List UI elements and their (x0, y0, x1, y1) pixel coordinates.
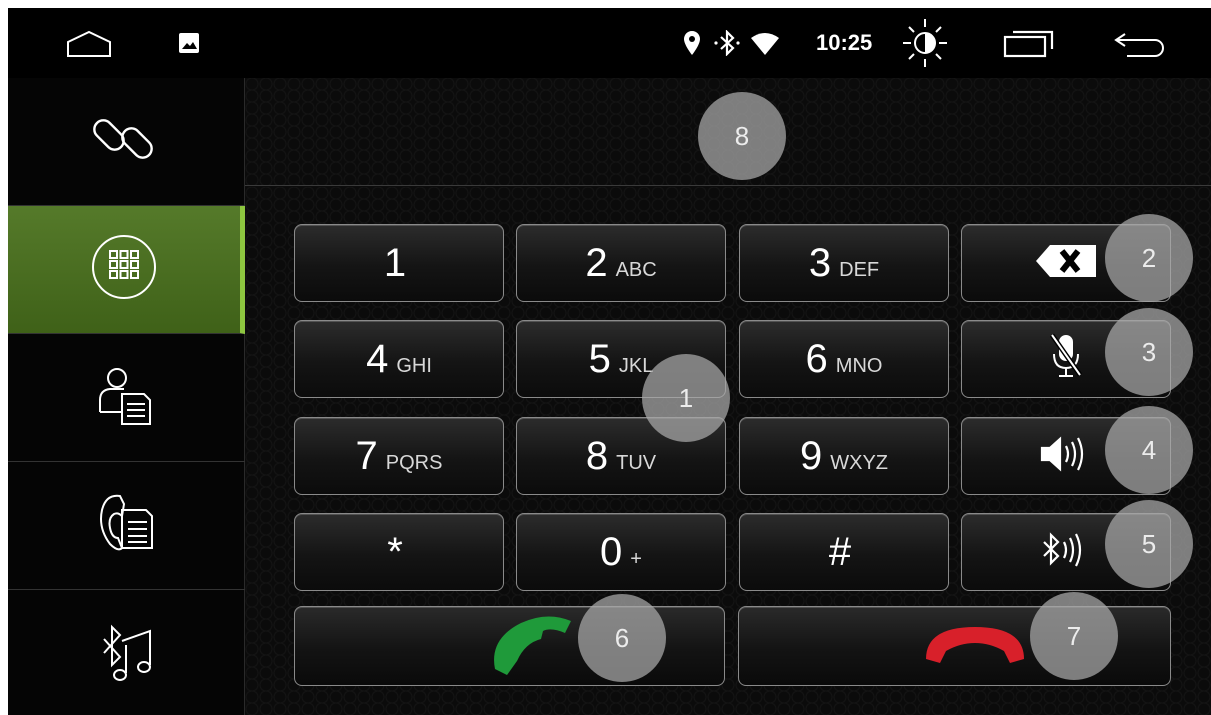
key-star[interactable]: * (294, 513, 504, 591)
brightness-icon[interactable] (901, 16, 949, 70)
bluetooth-icon (713, 30, 741, 56)
key-letters: MNO (835, 354, 883, 377)
bluetooth-audio-icon (1038, 530, 1094, 575)
back-icon[interactable] (1113, 30, 1169, 58)
marker-3: 3 (1105, 308, 1193, 396)
key-letters: GHI (396, 354, 432, 377)
marker-6: 6 (578, 594, 666, 682)
sidebar-item-link[interactable] (8, 78, 245, 206)
mic-mute-icon (1049, 332, 1083, 387)
home-icon[interactable] (66, 30, 112, 58)
sidebar-item-call-log[interactable] (8, 462, 245, 590)
marker-4: 4 (1105, 406, 1193, 494)
key-letters: TUV (616, 451, 657, 474)
location-icon (683, 30, 701, 56)
recent-apps-icon[interactable] (1003, 28, 1055, 58)
sidebar (8, 78, 245, 715)
key-1[interactable]: 1 (294, 224, 504, 302)
sidebar-item-dialpad[interactable] (8, 206, 245, 334)
key-letters: + (630, 547, 642, 570)
marker-8: 8 (698, 92, 786, 180)
key-digit: 4 (366, 336, 389, 381)
key-digit: 1 (383, 240, 407, 285)
contacts-icon (92, 360, 162, 435)
key-letters: WXYZ (830, 451, 889, 474)
wifi-icon (750, 32, 780, 56)
marker-5: 5 (1105, 500, 1193, 588)
gallery-icon[interactable] (178, 32, 200, 54)
key-4[interactable]: 4 GHI (294, 320, 504, 398)
key-digit: # (828, 529, 852, 574)
key-2[interactable]: 2 ABC (516, 224, 726, 302)
key-digit: 7 (355, 433, 378, 478)
key-hash[interactable]: # (739, 513, 949, 591)
sidebar-item-bluetooth-music[interactable] (8, 590, 245, 715)
dialpad-icon (90, 233, 158, 306)
marker-1: 1 (642, 354, 730, 442)
key-digit: * (387, 529, 403, 574)
key-digit: 2 (585, 240, 608, 285)
call-log-icon (92, 488, 162, 563)
backspace-icon (1034, 243, 1098, 284)
key-6[interactable]: 6 MNO (739, 320, 949, 398)
key-letters: DEF (839, 258, 880, 281)
key-digit: 0 (600, 529, 623, 574)
sidebar-item-contacts[interactable] (8, 334, 245, 462)
clock: 10:25 (816, 30, 873, 55)
key-0[interactable]: 0 + (516, 513, 726, 591)
key-7[interactable]: 7 PQRS (294, 417, 504, 495)
link-icon (92, 104, 162, 179)
key-9[interactable]: 9 WXYZ (739, 417, 949, 495)
key-digit: 6 (805, 336, 828, 381)
key-letters: PQRS (385, 451, 443, 474)
key-letters: ABC (615, 258, 657, 281)
key-3[interactable]: 3 DEF (739, 224, 949, 302)
bluetooth-music-icon (92, 617, 162, 692)
key-digit: 5 (588, 336, 611, 381)
dialer-screen: 10:25 1 2 ABC 3 DEF 4 GHI 5 JKL 6 MNO 7 … (8, 8, 1211, 715)
speaker-icon (1038, 434, 1094, 479)
key-digit: 8 (585, 433, 609, 478)
status-bar: 10:25 (8, 8, 1211, 78)
key-digit: 9 (799, 433, 823, 478)
call-icon (485, 609, 575, 684)
marker-2: 2 (1105, 214, 1193, 302)
key-digit: 3 (808, 240, 832, 285)
marker-7: 7 (1030, 592, 1118, 680)
hangup-icon (920, 619, 1030, 674)
